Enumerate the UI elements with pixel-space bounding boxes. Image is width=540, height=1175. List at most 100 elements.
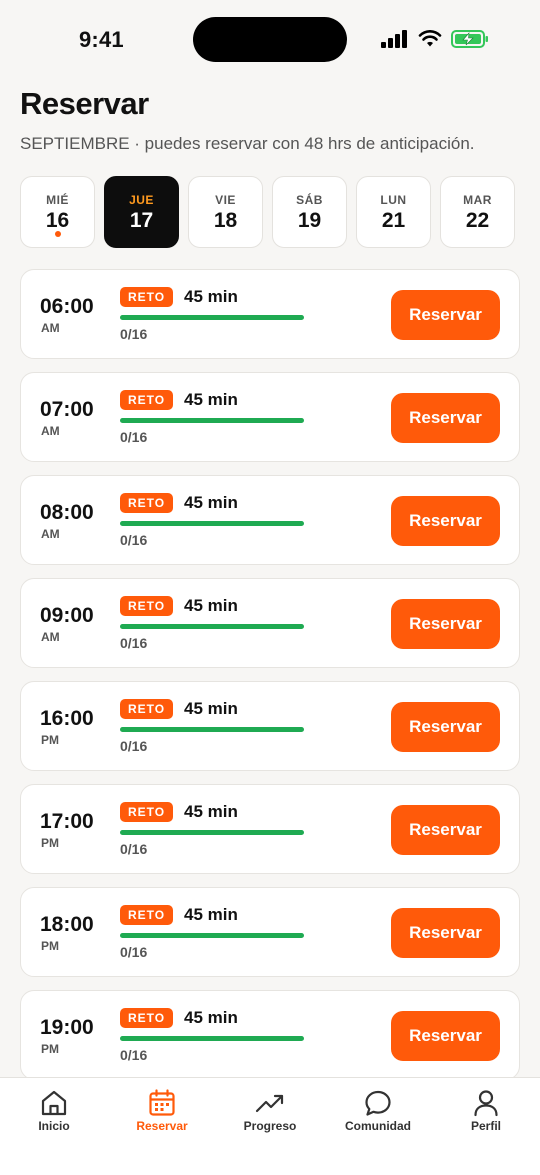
date-selector: MIÉ 16 JUE 17 VIE 18 SÁB 19 LUN 21 MAR 2… [20,176,520,248]
cellular-signal-icon [381,30,407,48]
tab-label: Inicio [38,1119,70,1133]
capacity-count: 0/16 [120,944,148,960]
capacity-bar [120,727,304,732]
user-icon [474,1090,498,1117]
slot-ampm: PM [41,733,59,747]
date-weekday: LUN [380,193,407,207]
status-time: 9:41 [79,27,124,52]
date-tab[interactable]: SÁB 19 [272,176,347,248]
slot-time: 17:00 [40,810,94,833]
date-weekday: JUE [129,193,154,207]
capacity-count: 0/16 [120,326,148,342]
tab-perfil[interactable]: Perfil [432,1078,540,1175]
class-type-badge: RETO [120,699,174,719]
class-slot-card: 17:00 PM RETO 45 min 0/16 Reservar [20,784,520,874]
slot-time: 06:00 [40,295,94,318]
reserve-button[interactable]: Reservar [391,290,500,340]
class-type-badge: RETO [120,905,174,925]
date-weekday: VIE [215,193,236,207]
slot-time: 08:00 [40,501,94,524]
class-slot-card: 07:00 AM RETO 45 min 0/16 Reservar [20,372,520,462]
tab-comunidad[interactable]: Comunidad [324,1078,432,1175]
date-day: 22 [465,209,490,232]
reserve-button[interactable]: Reservar [391,496,500,546]
date-weekday: SÁB [296,193,323,207]
reserve-button[interactable]: Reservar [391,908,500,958]
slot-ampm: AM [41,321,60,335]
capacity-bar [120,315,304,320]
today-dot [54,231,61,237]
date-tab[interactable]: MIÉ 16 [20,176,95,248]
battery-charging-icon [451,30,488,48]
slot-duration: 45 min [184,493,238,512]
home-icon [41,1090,67,1116]
slot-duration: 45 min [184,1008,238,1027]
date-tab-selected[interactable]: JUE 17 [104,176,179,248]
slot-ampm: PM [41,1042,59,1056]
date-day: 18 [213,209,238,232]
date-day: 21 [381,209,406,232]
chat-bubble-icon [365,1090,391,1116]
date-tab[interactable]: MAR 22 [440,176,515,248]
class-slot-card: 09:00 AM RETO 45 min 0/16 Reservar [20,578,520,668]
slot-ampm: AM [41,630,60,644]
date-tab[interactable]: LUN 21 [356,176,431,248]
tab-label: Reservar [136,1119,188,1133]
class-slot-card: 06:00 AM RETO 45 min 0/16 Reservar [20,269,520,359]
slot-ampm: AM [41,527,60,541]
capacity-count: 0/16 [120,532,148,548]
reserve-button[interactable]: Reservar [391,702,500,752]
tab-label: Perfil [470,1119,501,1133]
class-slot-card: 16:00 PM RETO 45 min 0/16 Reservar [20,681,520,771]
slot-duration: 45 min [184,596,238,615]
slot-duration: 45 min [184,699,238,718]
reserve-button[interactable]: Reservar [391,805,500,855]
slot-duration: 45 min [184,802,238,821]
class-type-badge: RETO [120,390,174,410]
slot-time: 09:00 [40,604,94,627]
tab-reservar[interactable]: Reservar [108,1078,216,1175]
slot-time: 07:00 [40,398,94,421]
reserve-button[interactable]: Reservar [391,1011,500,1061]
class-slot-card: 19:00 PM RETO 45 min 0/16 Reservar [20,990,520,1080]
reserve-button[interactable]: Reservar [391,599,500,649]
date-tab[interactable]: VIE 18 [188,176,263,248]
date-weekday: MIÉ [46,193,69,207]
tab-progreso[interactable]: Progreso [216,1078,324,1175]
capacity-count: 0/16 [120,1047,148,1063]
slot-time: 19:00 [40,1016,94,1039]
class-type-badge: RETO [120,287,174,307]
date-day: 16 [45,209,70,232]
date-day: 19 [297,209,322,232]
capacity-count: 0/16 [120,738,148,754]
reserve-button[interactable]: Reservar [391,393,500,443]
status-bar: 9:41 [0,0,540,80]
capacity-bar [120,830,304,835]
slot-ampm: AM [41,424,60,438]
capacity-bar [120,933,304,938]
capacity-count: 0/16 [120,635,148,651]
class-type-badge: RETO [120,596,174,616]
class-slot-card: 08:00 AM RETO 45 min 0/16 Reservar [20,475,520,565]
slot-time: 18:00 [40,913,94,936]
capacity-count: 0/16 [120,429,148,445]
bottom-tab-bar: Inicio Reservar Progreso Comunidad Perfi… [0,1077,540,1175]
tab-label: Comunidad [345,1119,411,1133]
tab-inicio[interactable]: Inicio [0,1078,108,1175]
page-title: Reservar [20,86,149,121]
trending-up-icon [255,1094,284,1113]
date-day: 17 [129,209,154,232]
class-type-badge: RETO [120,1008,174,1028]
slot-ampm: PM [41,939,59,953]
wifi-icon [418,30,442,47]
calendar-icon [149,1089,175,1116]
status-icons [381,29,489,49]
slot-ampm: PM [41,836,59,850]
capacity-bar [120,624,304,629]
page-subtitle: SEPTIEMBRE · puedes reservar con 48 hrs … [20,134,475,153]
date-weekday: MAR [463,193,492,207]
tab-label: Progreso [243,1119,297,1133]
slot-duration: 45 min [184,905,238,924]
slot-duration: 45 min [184,390,238,409]
capacity-bar [120,521,304,526]
